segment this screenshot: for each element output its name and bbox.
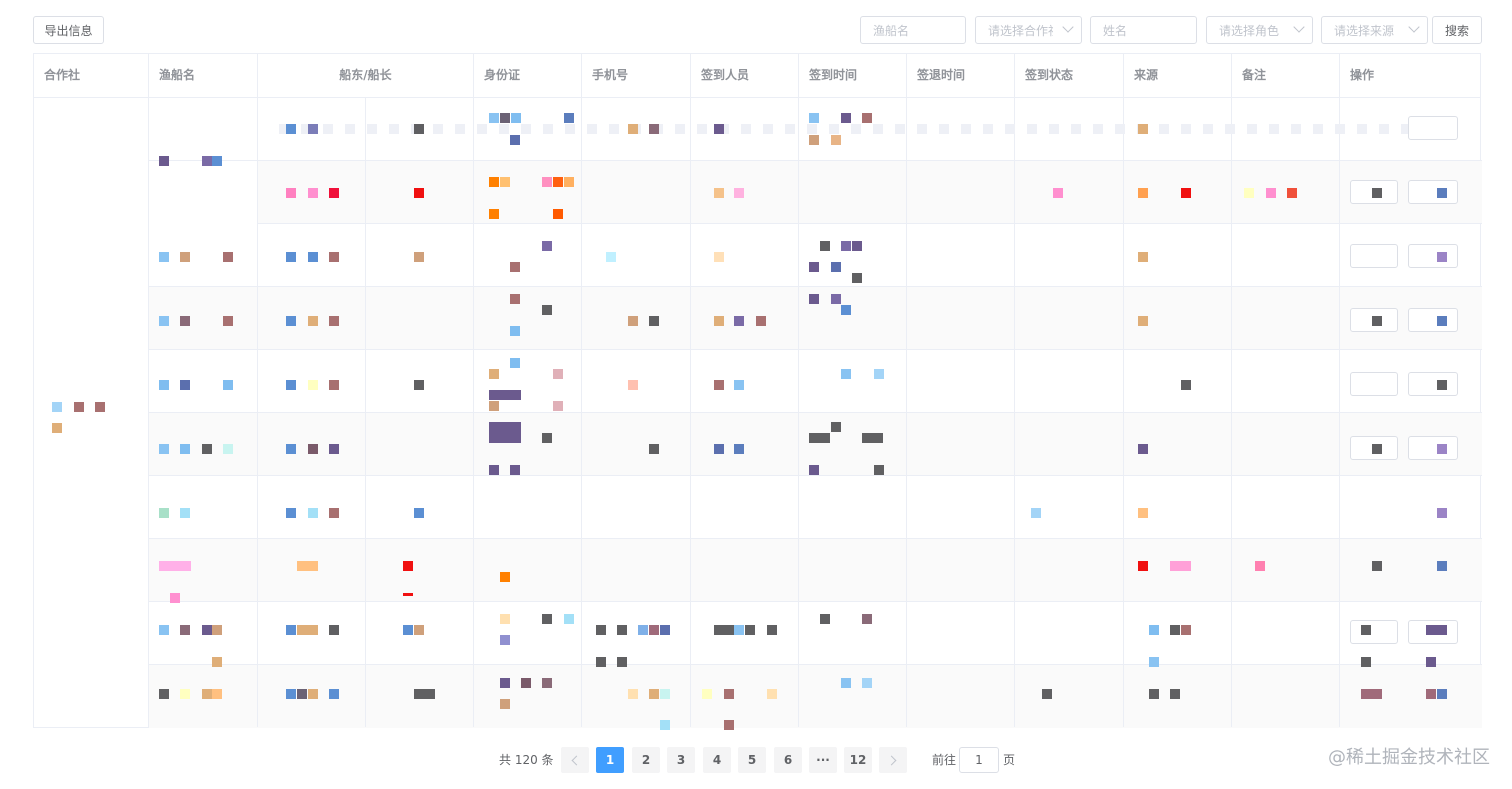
table-header: 合作社 渔船名 船东/船长 身份证 手机号 签到人员 签到时间 签退时间 签到状… — [34, 54, 1480, 98]
column-divider — [365, 98, 366, 727]
column-header-boat: 渔船名 — [149, 54, 258, 97]
chevron-down-icon — [1408, 21, 1420, 33]
chevron-down-icon — [1062, 21, 1074, 33]
page-ellipsis-button[interactable]: ··· — [809, 747, 837, 773]
coop-select-placeholder: 请选择合作社 — [988, 23, 1053, 38]
page-button-3[interactable]: 3 — [667, 747, 695, 773]
column-divider — [473, 98, 474, 727]
prev-page-button[interactable] — [561, 747, 589, 773]
column-divider — [1123, 98, 1124, 727]
column-header-checkin-person: 签到人员 — [691, 54, 799, 97]
page-button-6[interactable]: 6 — [774, 747, 802, 773]
column-header-remark: 备注 — [1232, 54, 1340, 97]
pagination-total: 共 120 条 — [499, 753, 554, 767]
column-divider — [1231, 98, 1232, 727]
next-page-button[interactable] — [879, 747, 907, 773]
name-placeholder: 姓名 — [1103, 23, 1128, 38]
column-header-owner: 船东/船长 — [258, 54, 474, 97]
column-header-checkin-time: 签到时间 — [799, 54, 907, 97]
column-header-coop: 合作社 — [34, 54, 149, 97]
page-button-4[interactable]: 4 — [703, 747, 731, 773]
table-row — [258, 161, 1482, 224]
column-header-source: 来源 — [1124, 54, 1232, 97]
table-row — [149, 665, 1482, 728]
boat-name-placeholder: 渔船名 — [873, 23, 910, 38]
role-select-placeholder: 请选择角色 — [1219, 23, 1280, 38]
column-header-actions: 操作 — [1350, 68, 1375, 82]
table-row — [149, 476, 1482, 539]
chevron-down-icon — [1293, 21, 1305, 33]
column-divider — [906, 98, 907, 727]
chevron-right-icon — [886, 755, 897, 766]
source-select[interactable]: 请选择来源 — [1321, 16, 1428, 44]
column-divider — [581, 98, 582, 727]
column-header-status: 签到状态 — [1015, 54, 1124, 97]
column-divider — [1014, 98, 1015, 727]
goto-page-input[interactable]: 1 — [959, 747, 999, 773]
column-divider — [148, 98, 149, 727]
watermark: @稀土掘金技术社区 — [1328, 747, 1490, 768]
table-row — [149, 350, 1482, 413]
boat-name-input[interactable]: 渔船名 — [860, 16, 966, 44]
name-input[interactable]: 姓名 — [1090, 16, 1197, 44]
table-row — [149, 539, 1482, 602]
checkin-table: 合作社 渔船名 船东/船长 身份证 手机号 签到人员 签到时间 签退时间 签到状… — [33, 53, 1482, 730]
search-button[interactable]: 搜索 — [1432, 16, 1482, 44]
column-header-id: 身份证 — [474, 54, 582, 97]
goto-suffix: 页 — [1003, 753, 1016, 767]
column-header-phone: 手机号 — [582, 54, 691, 97]
column-divider — [1339, 98, 1340, 727]
page-button-2[interactable]: 2 — [632, 747, 660, 773]
table-row — [149, 602, 1482, 665]
page-button-12[interactable]: 12 — [844, 747, 872, 773]
page-button-1[interactable]: 1 — [596, 747, 624, 773]
goto-prefix: 前往 — [932, 753, 957, 767]
chevron-left-icon — [571, 755, 582, 766]
coop-select[interactable]: 请选择合作社 — [975, 16, 1082, 44]
export-button[interactable]: 导出信息 — [33, 16, 104, 44]
role-select[interactable]: 请选择角色 — [1206, 16, 1313, 44]
column-divider — [690, 98, 691, 727]
column-divider — [798, 98, 799, 727]
table-row — [149, 224, 1482, 287]
column-header-checkout-time: 签退时间 — [907, 54, 1015, 97]
page-button-5[interactable]: 5 — [738, 747, 766, 773]
source-select-placeholder: 请选择来源 — [1334, 23, 1395, 38]
column-divider — [257, 98, 258, 727]
